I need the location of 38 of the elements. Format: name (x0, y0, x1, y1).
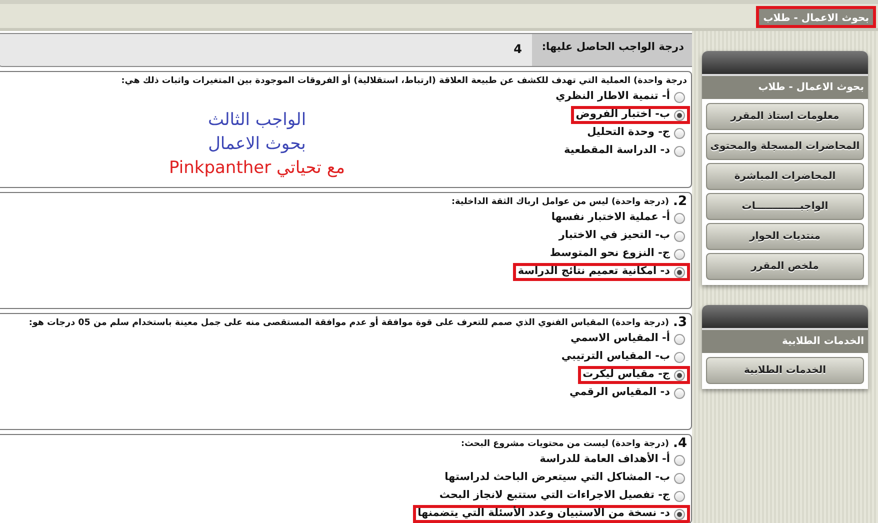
answer-option[interactable]: د- الدراسة المقطعية (559, 142, 690, 160)
score-value: 4 (512, 41, 523, 58)
answer-option[interactable]: أ- الأهداف العامة للدراسة (534, 451, 690, 469)
answer-option[interactable]: ب- التحيز في الاختبار (554, 227, 690, 245)
answer-option[interactable]: ج- وحدة التحليل (582, 124, 690, 142)
sidebar-button[interactable]: الخدمات الطلابية (706, 357, 864, 384)
sidebar-button[interactable]: المحاضرات المباشرة (706, 163, 864, 190)
answer-option[interactable]: أ- تنمية الاطار النظري (550, 88, 690, 106)
answer-option[interactable]: أ- المقياس الاسمي (565, 330, 690, 348)
answer-option[interactable]: ب- المقياس الترتيبي (556, 348, 690, 366)
note-text: بحوث الاعمال (207, 133, 307, 156)
question-text: درجة واحدة) العملية التي تهدف للكشف عن طبيعة العلاقة (ارتباط، استقلالية) أو الفروقات الموجودة بين المتغيرات واثبات ذلك هي: (121, 74, 687, 88)
answer-option[interactable]: ج- تفصيل الاجراءات التي ستتبع لانجاز البحث (434, 487, 690, 505)
panel-title: بحوث الاعمال - طلاب (702, 74, 868, 99)
answer-option[interactable]: د- المقياس الرقمي (564, 384, 690, 402)
sidebar-button[interactable]: منتديات الحوار (706, 223, 864, 250)
question-number: 3. (673, 316, 687, 330)
question-text: (درجة واحدة) المقياس الفنوي الذي صمم للتعرف على قوة موافقة أو عدم موافقة المستقصى منه على جمل معينة باستخدام سلم من 05 درجات هو: (28, 316, 669, 330)
question-number: 2. (673, 195, 687, 209)
answer-option[interactable]: أ- عملية الاختبار نفسها (546, 209, 690, 227)
panel-title: الخدمات الطلابية (702, 328, 868, 353)
question-text: (درجة واحدة) ليس من عوامل ارباك الثقة الداخلية: (452, 196, 669, 209)
answer-option[interactable]: ب- المشاكل التي سيتعرض الباحث لدراستها (440, 469, 690, 487)
answer-option[interactable]: د- امكانية تعميم نتائج الدراسة (512, 263, 690, 281)
note-text: مع تحياتي Pinkpanther (169, 157, 345, 180)
sidebar-button[interactable]: معلومات استاذ المقرر (706, 103, 864, 130)
note-text: الواجب الثالث (206, 109, 308, 132)
answer-option[interactable]: د- نسخة من الاستبيان وعدد الأسئلة التي يتضمنها (412, 505, 690, 523)
sidebar-button[interactable]: المحاضرات المسجلة والمحتوى (706, 133, 864, 160)
breadcrumb: بحوث الاعمال - طلاب (756, 6, 876, 28)
answer-option[interactable]: ب- اختبار الفروض (570, 106, 690, 124)
sidebar-button[interactable]: ملخص المقرر (706, 253, 864, 280)
question-text: (درجة واحدة) ليست من محتويات مشروع البحث: (460, 438, 669, 451)
sidebar-button[interactable]: الواجبـــــــــــــات (706, 193, 864, 220)
answer-option[interactable]: ج- النزوع نحو المتوسط (544, 245, 690, 263)
score-label: درجة الواجب الحاصل عليها: (532, 34, 692, 66)
question-number: 4. (673, 437, 687, 451)
answer-option[interactable]: ج- مقياس ليكرت (578, 366, 690, 384)
